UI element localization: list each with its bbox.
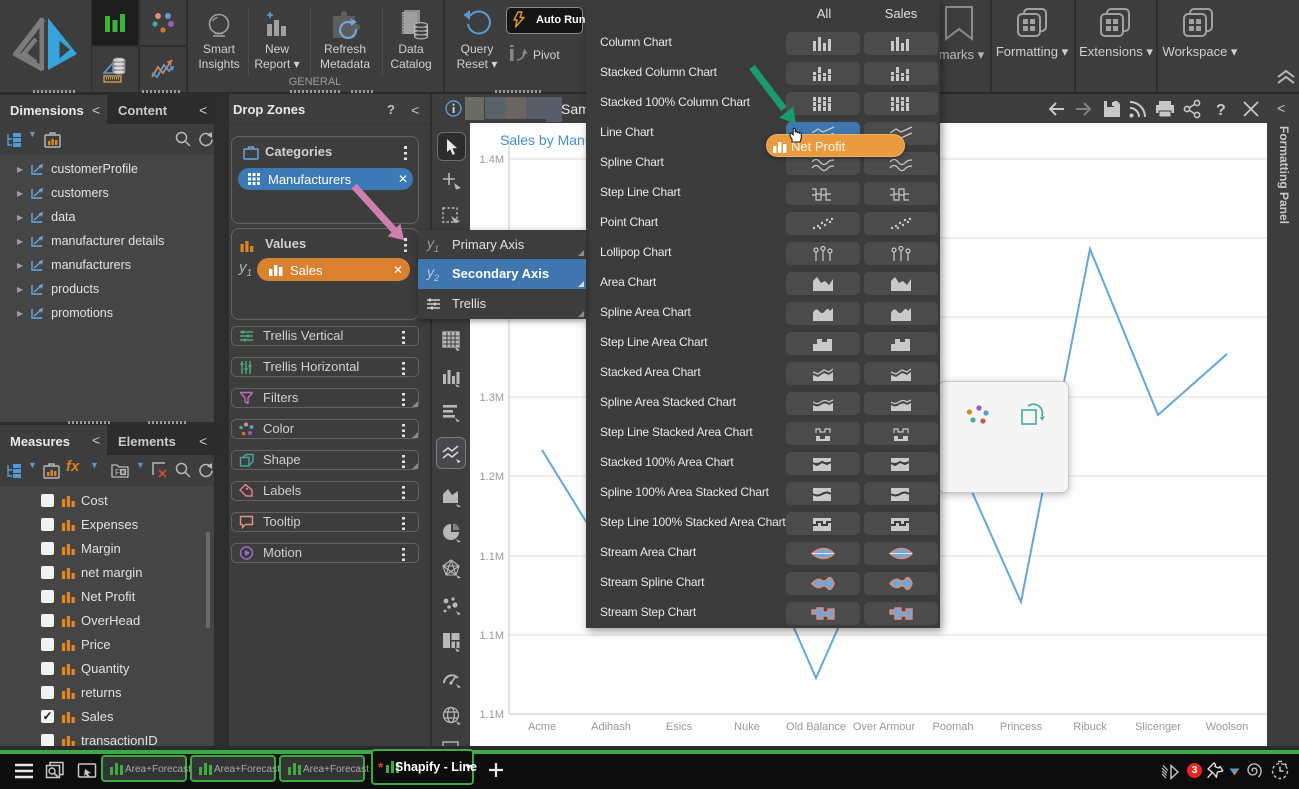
svg-text:1.2M: 1.2M: [480, 471, 504, 483]
svg-text:Ribuck: Ribuck: [1073, 721, 1107, 733]
svg-text:Adihash: Adihash: [591, 721, 631, 733]
svg-text:1.3M: 1.3M: [480, 392, 504, 404]
svg-text:Woolson: Woolson: [1206, 721, 1249, 733]
svg-text:Esics: Esics: [666, 721, 693, 733]
svg-text:Old Balance: Old Balance: [786, 721, 846, 733]
svg-text:Nuke: Nuke: [734, 721, 760, 733]
svg-text:Acme: Acme: [528, 721, 556, 733]
svg-text:F: F: [115, 468, 120, 477]
svg-text:1.4M: 1.4M: [480, 154, 504, 166]
svg-text:1.1M: 1.1M: [480, 551, 504, 563]
svg-text:1.1M: 1.1M: [480, 709, 504, 721]
svg-text:?: ?: [1216, 102, 1226, 119]
svg-text:Princess: Princess: [1000, 721, 1043, 733]
svg-text:1.1M: 1.1M: [480, 630, 504, 642]
svg-text:Slicenger: Slicenger: [1135, 721, 1181, 733]
svg-text:Poomah: Poomah: [933, 721, 974, 733]
svg-text:Over Armour: Over Armour: [853, 721, 916, 733]
